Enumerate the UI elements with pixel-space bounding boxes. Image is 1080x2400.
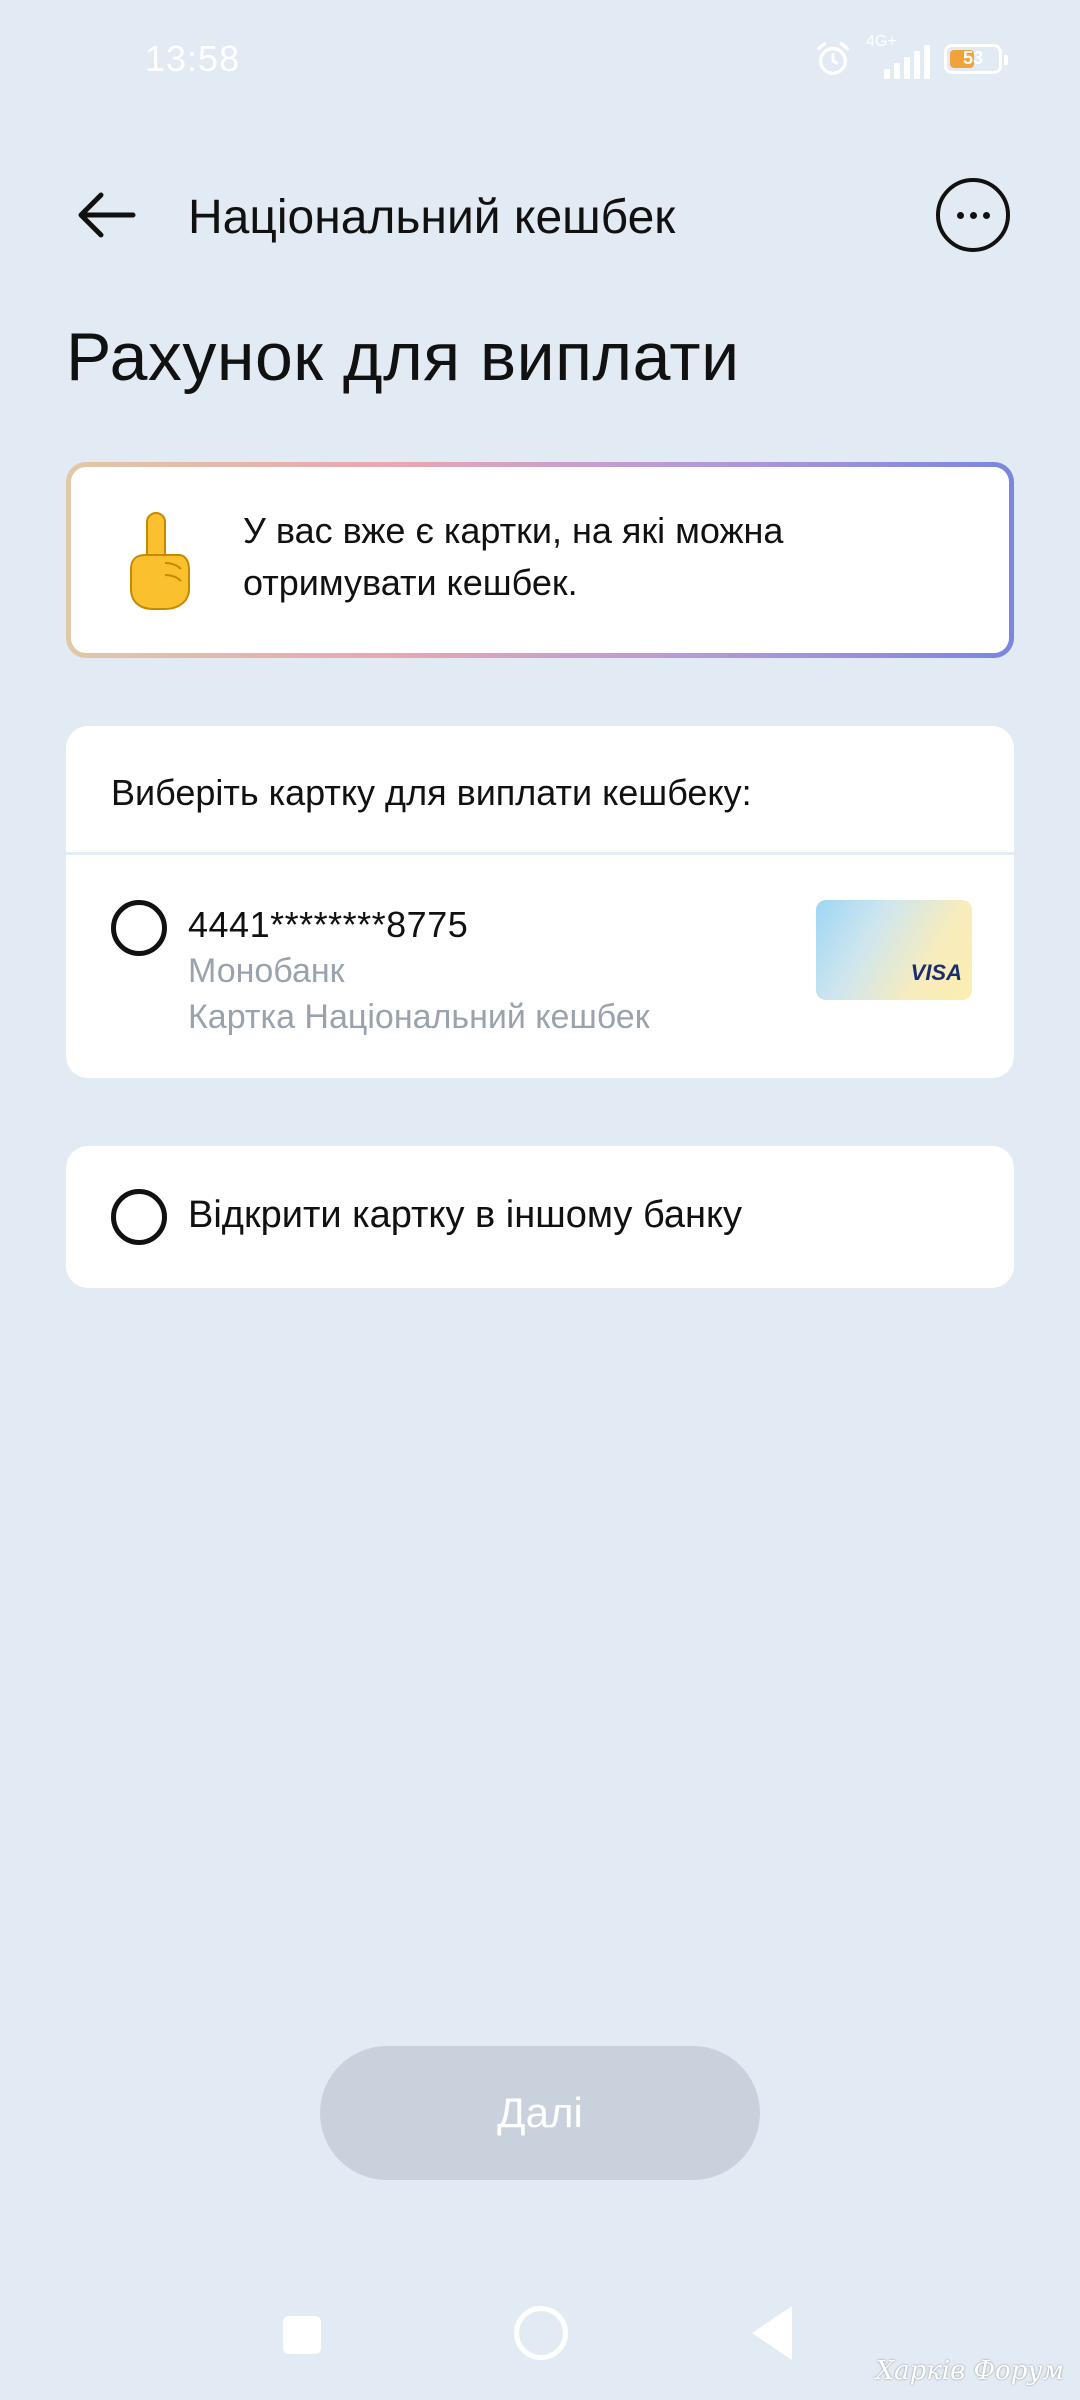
status-icons: 4G+ 53	[814, 33, 1008, 82]
signal-icon: 4G+	[866, 33, 930, 79]
card-number: 4441********8775	[188, 904, 469, 945]
page-title: Рахунок для виплати	[66, 319, 740, 395]
alarm-icon	[817, 42, 849, 75]
info-banner: У вас вже є картки, на які можна отримув…	[66, 462, 1014, 658]
next-button[interactable]: Далі	[320, 2046, 760, 2180]
battery-level: 53	[962, 48, 984, 68]
card-bank: Монобанк	[188, 952, 345, 990]
visa-logo: VISA	[910, 960, 962, 985]
watermark: Харків Форум	[875, 2356, 1064, 2386]
arrow-left-icon	[78, 192, 136, 238]
banner-text: У вас вже є картки, на які можна отримув…	[243, 510, 784, 603]
other-bank-option[interactable]: Відкрити картку в іншому банку	[66, 1146, 1014, 1288]
next-button-label: Далі	[497, 2089, 583, 2136]
header-title: Національний кешбек	[188, 191, 676, 244]
home-button[interactable]	[514, 2306, 568, 2360]
status-time: 13:58	[145, 38, 241, 79]
other-bank-radio[interactable]	[111, 1189, 167, 1245]
battery-icon: 53	[944, 44, 1008, 74]
pointing-up-hand-icon	[130, 512, 190, 610]
recent-apps-button[interactable]	[283, 2316, 321, 2354]
more-horizontal-icon	[956, 211, 964, 219]
other-bank-label: Відкрити картку в іншому банку	[188, 1194, 743, 1236]
more-button[interactable]	[936, 178, 1010, 252]
system-back-button[interactable]	[752, 2306, 792, 2360]
card-select-title: Виберіть картку для виплати кешбеку:	[111, 772, 752, 813]
card-select-panel: Виберіть картку для виплати кешбеку: 444…	[66, 726, 1014, 1078]
card-radio[interactable]	[111, 900, 167, 956]
card-image: VISA	[816, 900, 972, 1000]
card-type: Картка Національний кешбек	[188, 998, 650, 1036]
divider	[66, 852, 1014, 855]
back-button[interactable]	[66, 180, 146, 250]
